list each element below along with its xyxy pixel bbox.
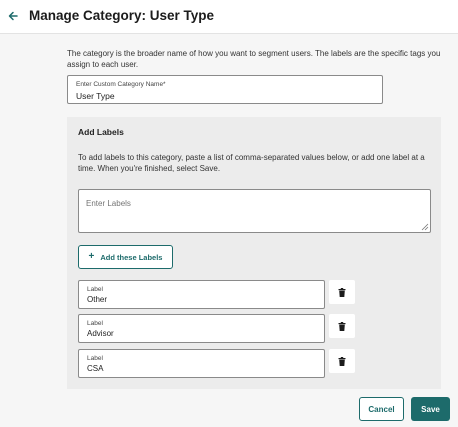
label-row: Label CSA <box>78 349 356 379</box>
save-button[interactable]: Save <box>411 397 450 421</box>
add-these-labels-button[interactable]: + Add these Labels <box>78 245 173 269</box>
delete-label-button[interactable] <box>329 314 355 338</box>
add-labels-heading: Add Labels <box>78 127 124 137</box>
cancel-button[interactable]: Cancel <box>359 397 404 421</box>
add-labels-panel: Add Labels To add labels to this categor… <box>67 117 441 389</box>
label-field-caption: Label <box>87 286 103 293</box>
label-value[interactable]: Advisor <box>87 329 114 338</box>
label-value[interactable]: Other <box>87 295 107 304</box>
page-title: Manage Category: User Type <box>29 8 215 23</box>
category-description: The category is the broader name of how … <box>67 49 441 69</box>
trash-icon <box>338 356 346 366</box>
delete-label-button[interactable] <box>329 280 355 304</box>
trash-icon <box>338 321 346 331</box>
add-labels-instructions: To add labels to this category, paste a … <box>78 153 425 173</box>
category-name-field[interactable]: Enter Custom Category Name* User Type <box>67 75 383 104</box>
plus-icon: + <box>88 251 95 262</box>
label-field-caption: Label <box>87 355 103 362</box>
trash-icon <box>338 287 346 297</box>
label-row: Label Advisor <box>78 314 356 344</box>
add-these-labels-text: Add these Labels <box>100 252 163 262</box>
category-name-label: Enter Custom Category Name* <box>76 81 166 88</box>
label-row: Label Other <box>78 280 356 310</box>
label-field[interactable]: Label Other <box>78 280 325 309</box>
enter-labels-textarea[interactable] <box>78 189 431 233</box>
page-header: Manage Category: User Type <box>0 0 458 34</box>
delete-label-button[interactable] <box>329 349 355 373</box>
label-value[interactable]: CSA <box>87 364 103 373</box>
category-name-input[interactable]: User Type <box>76 91 115 101</box>
label-field[interactable]: Label CSA <box>78 349 325 378</box>
label-field-caption: Label <box>87 320 103 327</box>
label-field[interactable]: Label Advisor <box>78 314 325 343</box>
arrow-left-icon[interactable] <box>6 8 20 24</box>
